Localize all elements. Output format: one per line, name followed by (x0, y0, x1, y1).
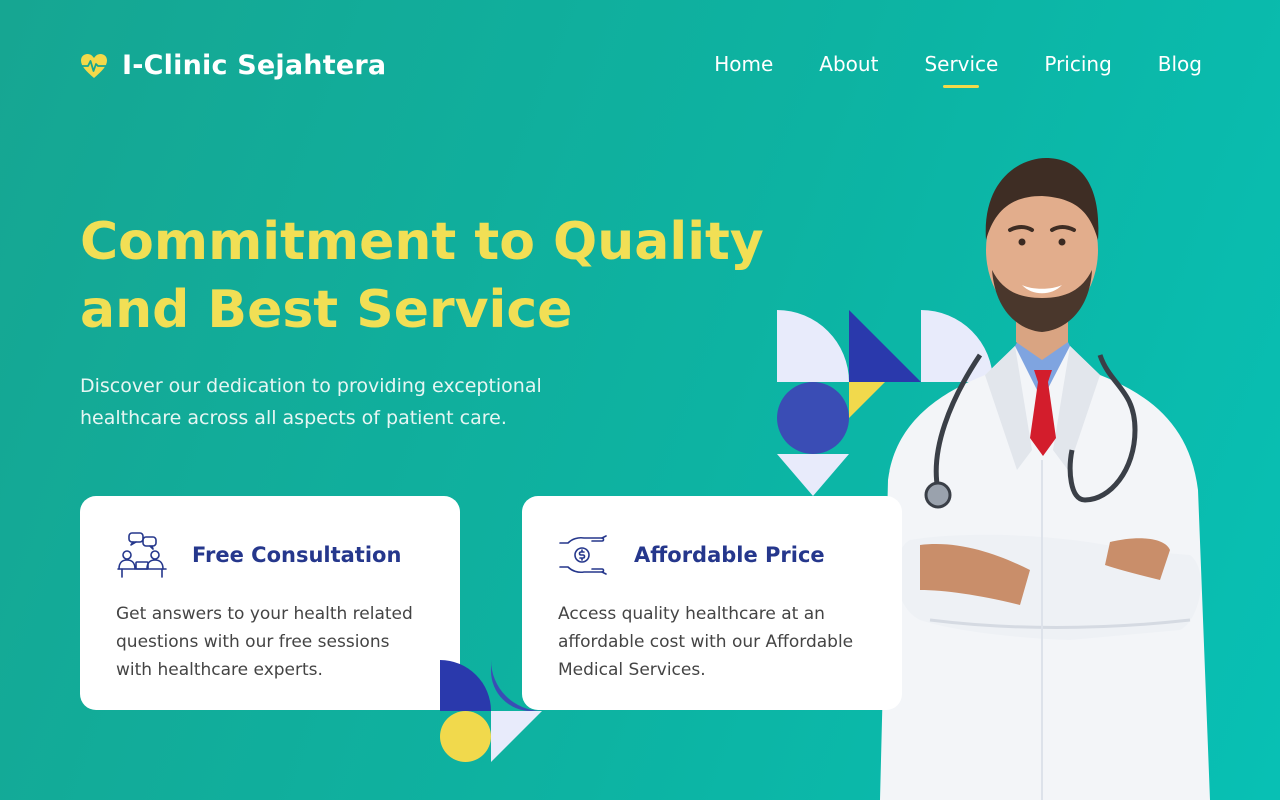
nav-service[interactable]: Service (924, 52, 998, 76)
card-text: Access quality healthcare at an affordab… (558, 604, 854, 680)
nav-home[interactable]: Home (714, 52, 773, 76)
hand-coin-icon (559, 535, 607, 575)
nav-blog[interactable]: Blog (1158, 52, 1202, 76)
hero-title: Commitment to Quality and Best Service (80, 208, 800, 344)
feature-card-affordable-price[interactable]: Affordable Price Access quality healthca… (522, 496, 902, 710)
card-text: Get answers to your health related quest… (116, 604, 413, 680)
card-title: Affordable Price (634, 543, 825, 567)
hero-subtitle: Discover our dedication to providing exc… (80, 375, 542, 429)
heart-pulse-icon (81, 53, 107, 78)
nav-about[interactable]: About (819, 52, 878, 76)
decorative-shapes (440, 660, 542, 762)
main-nav: Home About Service Pricing Blog (714, 52, 1202, 76)
consultation-icon (117, 532, 167, 578)
nav-pricing[interactable]: Pricing (1044, 52, 1111, 76)
brand-logo[interactable]: I-Clinic Sejahtera (80, 50, 386, 81)
feature-card-free-consultation[interactable]: Free Consultation Get answers to your he… (80, 496, 460, 710)
card-title: Free Consultation (192, 543, 402, 567)
hero-title-line-1: Commitment to Quality (80, 212, 764, 272)
brand-name: I-Clinic Sejahtera (122, 50, 387, 81)
hero-title-line-2: and Best Service (80, 280, 573, 340)
